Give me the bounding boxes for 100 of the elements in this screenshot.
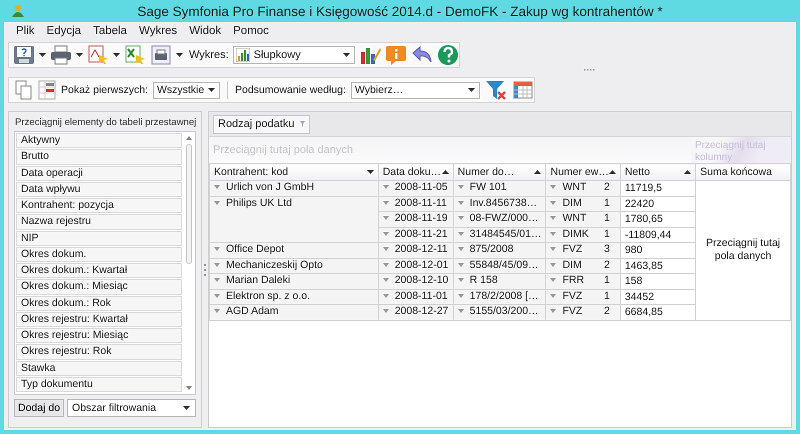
row-header-cell[interactable]: Mechaniczeskij Opto (210, 258, 378, 274)
copy-icon[interactable] (15, 80, 33, 100)
filter-icon[interactable] (300, 121, 306, 127)
row-header-cell[interactable]: 2008-11-01 (378, 289, 454, 304)
pdf-export-icon[interactable] (87, 45, 109, 65)
row-header-cell[interactable]: FVZ 3 (546, 242, 620, 258)
menu-item[interactable]: Plik (10, 25, 41, 37)
grand-total-hint: Przeciągnij tutaj pola danych (696, 180, 790, 320)
row-header-cell[interactable]: 2008-12-01 (378, 258, 454, 274)
sort-ascending-icon[interactable] (608, 170, 616, 174)
sort-ascending-icon[interactable] (684, 170, 692, 174)
field-item[interactable]: Okres rejestru: Rok (16, 344, 182, 360)
row-header-cell[interactable]: 2008-12-27 (378, 304, 454, 320)
excel-export-icon[interactable] (124, 45, 146, 65)
menu-item[interactable]: Widok (183, 25, 228, 37)
table-layout-icon[interactable] (512, 79, 534, 101)
row-header-cell[interactable]: Marian Daleki (210, 274, 378, 289)
column-header[interactable]: Kontrahent: kod (210, 164, 378, 180)
menu-item[interactable]: Edycja (40, 25, 88, 37)
caret-icon[interactable] (113, 53, 120, 57)
summary-dropdown[interactable]: Wybierz… (350, 82, 480, 98)
field-item[interactable]: Kontrahent: pozycja (16, 198, 182, 214)
row-header-cell[interactable]: 2008-12-10 (378, 274, 454, 289)
field-item[interactable]: Nazwa rejestru (16, 214, 182, 230)
top-values-icon[interactable] (38, 80, 56, 100)
row-header-cell[interactable]: 178/2/2008 [… (453, 289, 546, 304)
dropdown-arrow-icon[interactable] (366, 170, 374, 174)
show-first-dropdown[interactable]: Wszystkie (152, 82, 220, 98)
caret-icon[interactable] (176, 53, 183, 57)
column-header[interactable]: Numer ew… (546, 164, 620, 180)
scroll-up-icon[interactable] (186, 136, 192, 140)
field-item[interactable]: Data wpływu (16, 182, 182, 197)
filter-field[interactable]: Rodzaj podatku (213, 114, 310, 134)
field-item[interactable]: Okres dokum.: Kwartał (16, 263, 182, 278)
row-header-cell[interactable]: AGD Adam (210, 304, 378, 320)
row-header-cell[interactable]: Inv.8456738… (453, 196, 546, 212)
area-dropdown[interactable]: Obszar filtrowania (67, 399, 196, 417)
print-preview-icon[interactable] (150, 45, 172, 65)
field-item[interactable]: Typ dokumentu (16, 376, 182, 392)
row-header-cell[interactable]: 2008-11-11 (378, 196, 454, 212)
column-header[interactable]: Numer do… (453, 164, 546, 180)
field-item[interactable]: Brutto (16, 149, 182, 164)
field-item[interactable]: NIP (16, 230, 182, 246)
field-item[interactable]: Okres dokum.: Rok (16, 296, 182, 311)
grand-total-header: Suma końcowa (696, 164, 790, 180)
row-header-cell[interactable]: R 158 (453, 274, 546, 289)
row-header-cell[interactable]: 5155/03/200… (453, 304, 546, 320)
row-header-cell[interactable]: WNT 2 (546, 180, 620, 196)
row-header-cell[interactable]: Elektron sp. z o.o. (210, 289, 378, 304)
row-header-cell[interactable]: FVZ 1 (546, 289, 620, 304)
field-item[interactable]: Data operacji (16, 166, 182, 181)
row-header-cell[interactable]: Office Depot (210, 242, 378, 258)
caret-icon[interactable] (39, 53, 46, 57)
row-header-cell[interactable]: DIM 1 (546, 196, 620, 212)
menu-item[interactable]: Pomoc (227, 25, 275, 37)
window-title: Sage Symfonia Pro Finanse i Księgowość 2014.d - DemoFK - Zakup wg kontrahentów * (137, 4, 663, 18)
row-header-cell[interactable]: FVZ 2 (546, 304, 620, 320)
sort-ascending-icon[interactable] (442, 170, 449, 174)
printer-icon[interactable] (50, 45, 72, 65)
caret-icon[interactable] (76, 53, 83, 57)
row-header-cell[interactable]: 55848/45/09… (453, 258, 546, 274)
menu-item[interactable]: Wykres (132, 25, 184, 37)
row-header-cell[interactable]: WNT 1 (546, 212, 620, 227)
field-item[interactable]: Okres rejestru: Kwartał (16, 312, 182, 327)
caret-icon (343, 53, 350, 57)
field-item[interactable]: Stawka (16, 360, 182, 376)
row-header-cell[interactable]: DIM 2 (546, 258, 620, 274)
info-icon[interactable] (385, 44, 407, 66)
field-item[interactable]: Aktywny (16, 133, 182, 148)
column-header[interactable]: Data doku… (378, 164, 454, 180)
row-header-cell[interactable]: Urlich von J GmbH (210, 180, 378, 196)
column-header[interactable]: Netto (620, 164, 696, 180)
table-cell: 11719,5 (620, 180, 696, 196)
filter-clear-icon[interactable] (485, 79, 507, 101)
field-item[interactable]: Okres dokum. (16, 246, 182, 262)
add-to-button[interactable]: Dodaj do (14, 399, 64, 417)
undo-arrow-icon[interactable] (411, 45, 433, 65)
save-help-icon[interactable] (13, 45, 35, 65)
row-header-cell[interactable]: FW 101 (453, 180, 546, 196)
help-icon[interactable] (437, 44, 459, 66)
scroll-thumb[interactable] (186, 144, 192, 264)
grip-handle-icon[interactable] (584, 68, 596, 71)
sort-ascending-icon[interactable] (534, 170, 542, 174)
field-item[interactable]: Okres rejestru: Miesiąc (16, 328, 182, 344)
chart-type-dropdown[interactable]: Słupkowy (232, 46, 355, 64)
row-header-cell[interactable]: 2008-11-21 (378, 227, 454, 242)
row-header-cell[interactable]: 2008-11-05 (378, 180, 454, 196)
bar-chart-icon (236, 48, 250, 62)
row-header-cell[interactable]: 875/2008 (453, 242, 546, 258)
scroll-down-icon[interactable] (186, 386, 192, 390)
row-header-cell[interactable]: 31484545/01… (453, 227, 546, 242)
menu-item[interactable]: Tabela (87, 25, 133, 37)
row-header-cell[interactable]: 2008-11-19 (378, 212, 454, 227)
row-header-cell[interactable]: 2008-12-11 (378, 242, 454, 258)
row-header-cell[interactable]: 08-FWZ/000… (453, 212, 546, 227)
row-header-cell[interactable]: FRR 1 (546, 274, 620, 289)
row-header-cell[interactable]: DIMK 1 (546, 227, 620, 242)
field-item[interactable]: Okres dokum.: Miesiąc (16, 279, 182, 294)
row-header-cell[interactable]: Philips UK Ltd (210, 196, 378, 242)
table-cell: 6684,85 (620, 304, 696, 320)
